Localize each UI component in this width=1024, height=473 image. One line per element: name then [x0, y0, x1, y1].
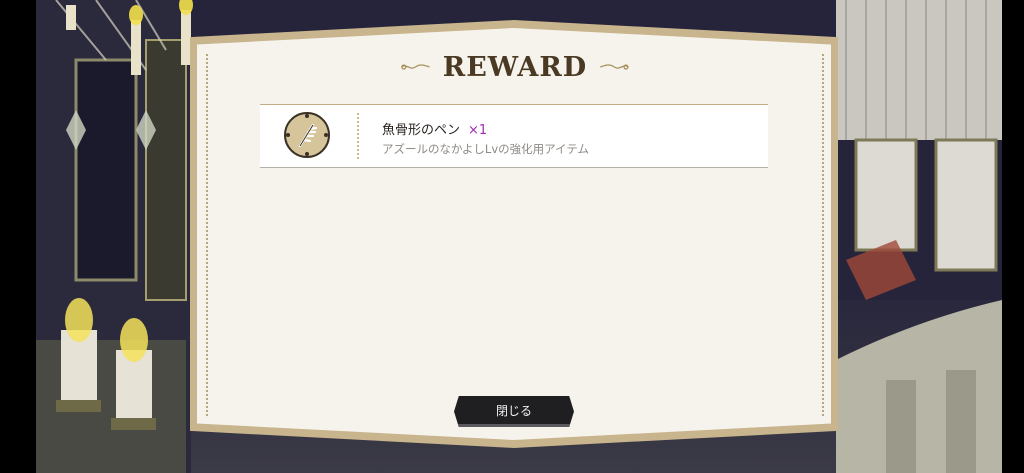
- reward-item-description: アズールのなかよしLvの強化用アイテム: [382, 142, 589, 156]
- reward-item-quantity: ×1: [468, 123, 488, 138]
- letterbox-left: [0, 0, 36, 473]
- dialog-dotted-border-right: [822, 54, 824, 416]
- reward-item-title: 魚骨形のペン ×1: [382, 119, 487, 138]
- dialog-title: REWARD: [442, 51, 588, 83]
- flourish-right-icon: [600, 64, 630, 70]
- letterbox-right: [1002, 0, 1024, 473]
- row-divider: [357, 113, 359, 159]
- dialog-header: REWARD: [400, 48, 630, 86]
- reward-item-row: 魚骨形のペン ×1 アズールのなかよしLvの強化用アイテム: [260, 104, 768, 168]
- reward-item-name: 魚骨形のペン: [382, 123, 461, 138]
- dialog-dotted-border-left: [206, 54, 208, 416]
- close-button[interactable]: 閉じる: [454, 396, 574, 427]
- reward-dialog: [197, 28, 831, 440]
- fishbone-pen-icon: [284, 112, 330, 158]
- flourish-left-icon: [400, 64, 430, 70]
